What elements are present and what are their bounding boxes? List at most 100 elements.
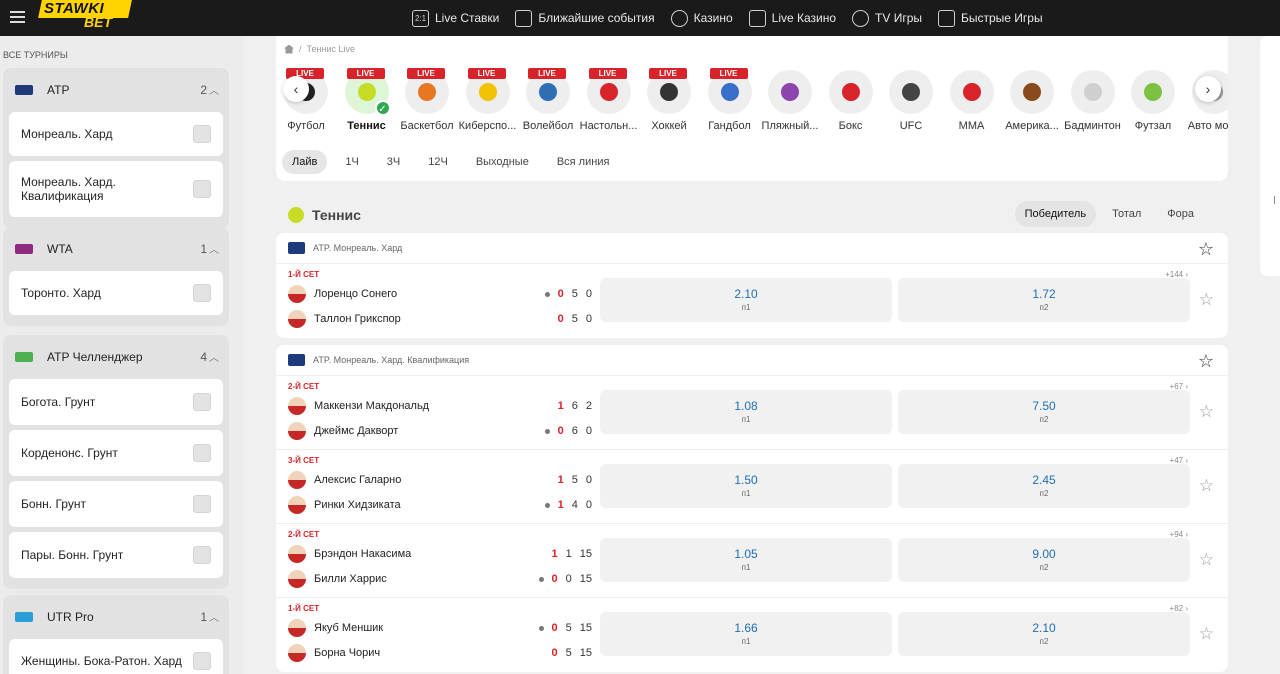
- logo[interactable]: STAWKI BET: [38, 0, 132, 32]
- player-name[interactable]: Ринки Хидзиката: [314, 499, 401, 511]
- player-name[interactable]: Якуб Меншик: [314, 622, 383, 634]
- odd-button-p1[interactable]: 1.66 п1: [600, 612, 892, 656]
- star-icon[interactable]: ☆: [1198, 239, 1214, 260]
- player-name[interactable]: Борна Чорич: [314, 647, 380, 659]
- home-icon[interactable]: [284, 44, 294, 54]
- nav-live-casino[interactable]: Live Казино: [748, 9, 836, 27]
- sidebar-item[interactable]: Пары. Бонн. Грунт: [9, 532, 223, 578]
- utr-flag-icon: [15, 612, 33, 622]
- player-name[interactable]: Билли Харрис: [314, 573, 387, 585]
- odd-button-p2[interactable]: 7.50 п2: [898, 390, 1190, 434]
- filter-1h[interactable]: 1Ч: [335, 150, 368, 174]
- sport-item[interactable]: Футзал: [1123, 70, 1183, 132]
- player-name[interactable]: Лоренцо Сонего: [314, 288, 397, 300]
- sport-label: Хоккей: [651, 120, 687, 132]
- nav-live-bets[interactable]: 2:1 Live Ставки: [412, 9, 500, 27]
- sidebar-item[interactable]: Корденонс. Грунт: [9, 430, 223, 476]
- filter-weekend[interactable]: Выходные: [466, 150, 539, 174]
- sport-icon: [1131, 70, 1175, 114]
- odd-button-p1[interactable]: 2.10 п1: [600, 278, 892, 322]
- sidebar-item[interactable]: Женщины. Бока-Ратон. Хард: [9, 639, 223, 674]
- sport-item[interactable]: MMA: [942, 70, 1002, 132]
- sport-item[interactable]: Америка...: [1002, 70, 1062, 132]
- odd-button-p2[interactable]: 2.10 п2: [898, 612, 1190, 656]
- tab-total[interactable]: Тотал: [1102, 201, 1151, 227]
- score-value: 5: [571, 313, 578, 325]
- odd-label: п2: [1039, 563, 1049, 572]
- star-icon[interactable]: ☆: [1199, 402, 1214, 422]
- odd-button-p1[interactable]: 1.05 п1: [600, 538, 892, 582]
- odd-value: 1.05: [734, 547, 758, 561]
- tournament-checkbox[interactable]: [193, 393, 211, 411]
- player-name[interactable]: Маккензи Макдональд: [314, 400, 429, 412]
- group-header[interactable]: WTA 1 ︿: [9, 227, 223, 271]
- tournament-checkbox[interactable]: [193, 180, 211, 198]
- sport-item[interactable]: Бокс: [821, 70, 881, 132]
- carousel-next-button[interactable]: ›: [1195, 76, 1221, 102]
- tournament-checkbox[interactable]: [193, 284, 211, 302]
- sidebar-item[interactable]: Монреаль. Хард. Квалификация: [9, 161, 223, 217]
- nav-casino[interactable]: Казино: [670, 9, 733, 27]
- odd-button-p2[interactable]: 9.00 п2: [898, 538, 1190, 582]
- tab-handicap[interactable]: Фора: [1157, 201, 1204, 227]
- league-name[interactable]: ATP. Монреаль. Хард: [313, 243, 402, 253]
- filter-all[interactable]: Вся линия: [547, 150, 620, 174]
- score: 150: [558, 470, 592, 490]
- star-icon[interactable]: ☆: [1199, 624, 1214, 644]
- sport-item[interactable]: LIVE Хоккей: [639, 68, 699, 132]
- odd-button-p1[interactable]: 1.08 п1: [600, 390, 892, 434]
- group-count: 1: [200, 242, 207, 256]
- player-name[interactable]: Джеймс Дакворт: [314, 425, 398, 437]
- nav-label: Быстрые Игры: [961, 11, 1043, 25]
- player-name[interactable]: Таллон Грикспор: [314, 313, 401, 325]
- sport-item[interactable]: LIVE Киберспо...: [458, 68, 518, 132]
- panel-marker: [1274, 196, 1278, 204]
- star-icon[interactable]: ☆: [1199, 476, 1214, 496]
- sport-item[interactable]: Пляжный...: [760, 70, 820, 132]
- nav-tv-games[interactable]: TV Игры: [852, 9, 922, 27]
- star-icon[interactable]: ☆: [1199, 290, 1214, 310]
- filter-12h[interactable]: 12Ч: [418, 150, 458, 174]
- player-name[interactable]: Брэндон Накасима: [314, 548, 411, 560]
- group-header[interactable]: ATP 2 ︿: [9, 68, 223, 112]
- sport-item[interactable]: LIVE Гандбол: [700, 68, 760, 132]
- sidebar-item[interactable]: Богота. Грунт: [9, 379, 223, 425]
- carousel-prev-button[interactable]: ‹: [283, 76, 309, 102]
- sidebar-item[interactable]: Бонн. Грунт: [9, 481, 223, 527]
- odd-button-p2[interactable]: 2.45 п2: [898, 464, 1190, 508]
- tournament-label: Пары. Бонн. Грунт: [21, 548, 124, 562]
- star-icon[interactable]: ☆: [1198, 351, 1214, 372]
- sport-item[interactable]: LIVE ✓ Теннис: [337, 68, 397, 132]
- tournament-checkbox[interactable]: [193, 495, 211, 513]
- sport-item[interactable]: LIVE Футбол: [276, 68, 336, 132]
- score-value: 5: [571, 474, 578, 486]
- tournament-checkbox[interactable]: [193, 444, 211, 462]
- score: 050: [544, 284, 592, 304]
- star-icon[interactable]: ☆: [1199, 550, 1214, 570]
- sidebar-item[interactable]: Монреаль. Хард: [9, 112, 223, 156]
- nav-fast-games[interactable]: Быстрые Игры: [938, 9, 1043, 27]
- sport-item[interactable]: Бадминтон: [1063, 70, 1123, 132]
- group-header[interactable]: ATP Челленджер 4 ︿: [9, 335, 223, 379]
- menu-icon[interactable]: [10, 8, 26, 26]
- tournament-checkbox[interactable]: [193, 546, 211, 564]
- sport-item[interactable]: LIVE Настольн...: [579, 68, 639, 132]
- tournament-checkbox[interactable]: [193, 125, 211, 143]
- group-header[interactable]: UTR Pro 1 ︿: [9, 595, 223, 639]
- sport-item[interactable]: LIVE Баскетбол: [397, 68, 457, 132]
- filter-3h[interactable]: 3Ч: [377, 150, 410, 174]
- score-value: 5: [565, 647, 572, 659]
- nav-label: Live Ставки: [435, 11, 500, 25]
- nav-upcoming[interactable]: Ближайшие события: [515, 9, 655, 27]
- sport-item[interactable]: UFC: [881, 70, 941, 132]
- sidebar-item[interactable]: Торонто. Хард: [9, 271, 223, 315]
- odd-button-p2[interactable]: 1.72 п2: [898, 278, 1190, 322]
- filter-live[interactable]: Лайв: [282, 150, 328, 174]
- sport-item[interactable]: LIVE Волейбол: [518, 68, 578, 132]
- league-name[interactable]: ATP. Монреаль. Хард. Квалификация: [313, 355, 469, 365]
- player-name[interactable]: Алексис Галарно: [314, 474, 401, 486]
- odd-button-p1[interactable]: 1.50 п1: [600, 464, 892, 508]
- tournament-checkbox[interactable]: [193, 652, 211, 670]
- tab-winner[interactable]: Победитель: [1014, 201, 1097, 227]
- score-value: 0: [551, 647, 558, 659]
